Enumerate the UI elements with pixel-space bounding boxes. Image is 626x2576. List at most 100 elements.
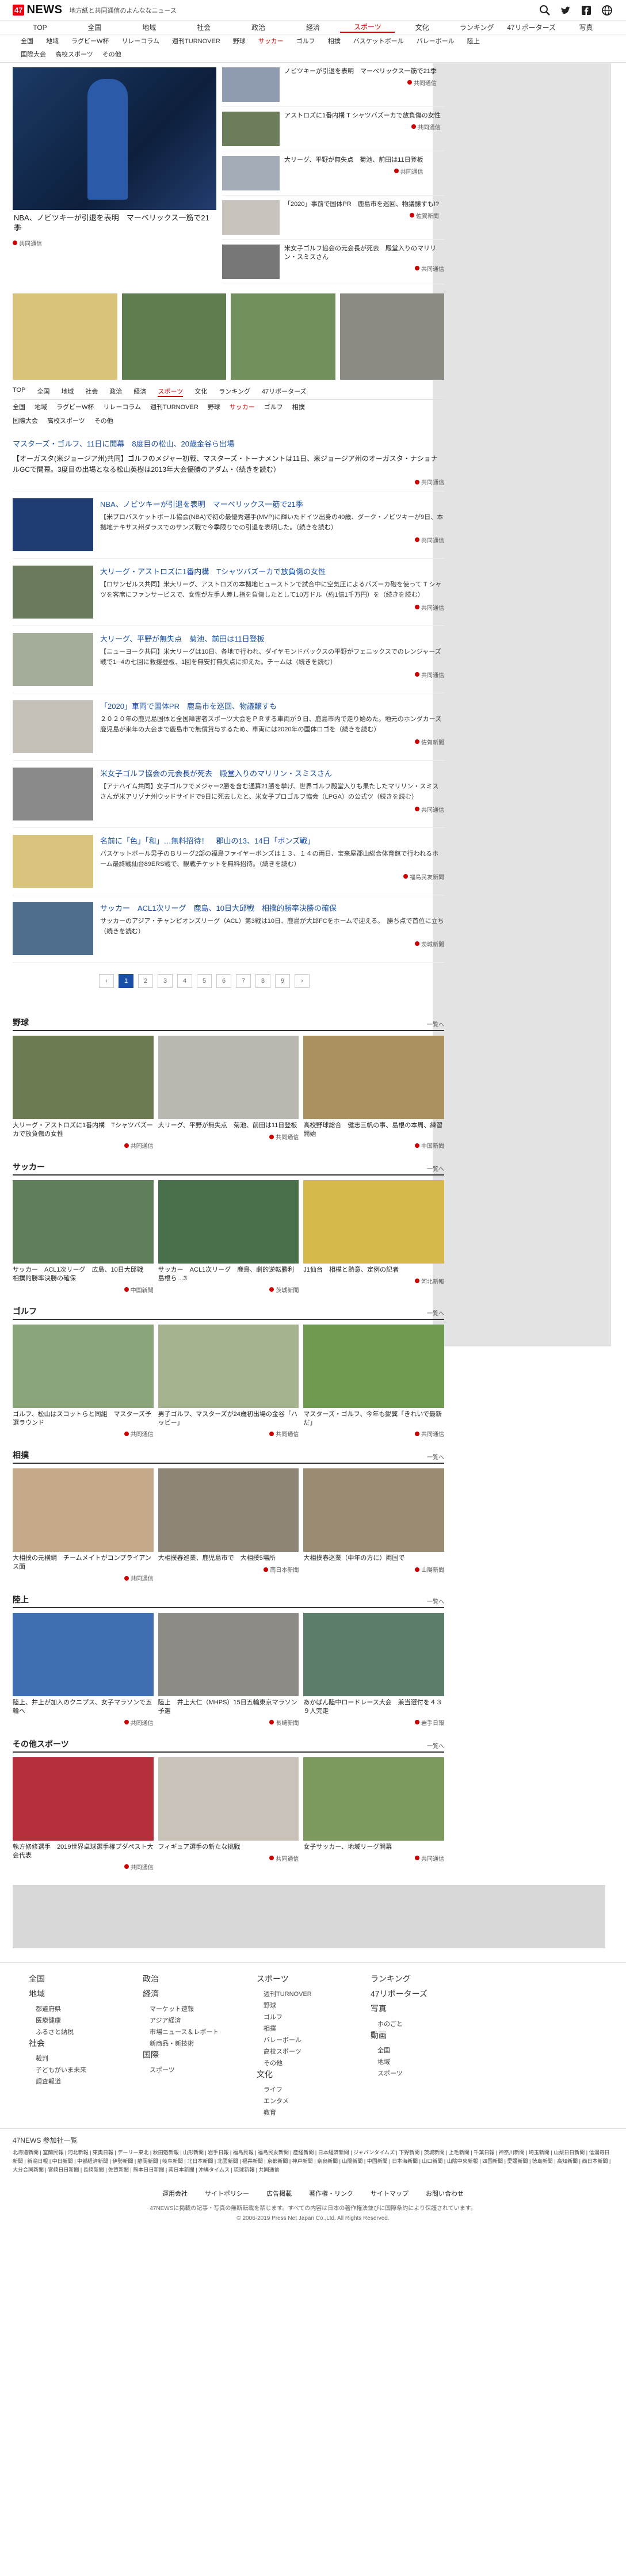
subnav-golf[interactable]: ゴルフ: [296, 36, 315, 45]
card-thumb[interactable]: [158, 1757, 299, 1841]
footer-heading[interactable]: 全国: [29, 1973, 127, 1985]
section-card[interactable]: あかばん陸中ロードレース大会 兼当選付を４３９人完走 岩手日報: [303, 1613, 445, 1727]
article-title[interactable]: 「2020」車両で国体PR 鹿島市を巡回、物議醸すも: [100, 700, 444, 711]
card-thumb[interactable]: [13, 1613, 154, 1697]
hero-list-item[interactable]: ノビツキーが引退を表明 マーベリックス一筋で21季 共同通信: [222, 67, 444, 107]
footer-link-contact[interactable]: お問い合わせ: [426, 2189, 464, 2198]
footer-heading[interactable]: 政治: [143, 1973, 241, 1985]
article-title[interactable]: 名前に「色」「和」…無料招待！ 郡山の13、14日「ボンズ戦」: [100, 835, 444, 846]
section-card[interactable]: 大相撲春巡業、鹿児島市で 大相撲5場所 南日本新聞: [158, 1468, 299, 1582]
section-card[interactable]: 高校野球総合 健志三帆の事、島根の本周、練習開始 中国新聞: [303, 1036, 445, 1150]
card-thumb[interactable]: [158, 1180, 299, 1264]
section-title[interactable]: 野球: [13, 1017, 29, 1028]
section-title[interactable]: その他スポーツ: [13, 1738, 69, 1750]
nav-reporters[interactable]: 47リポーターズ: [504, 22, 559, 32]
nav-top[interactable]: TOP: [13, 24, 67, 32]
subnav-link[interactable]: サッカー: [230, 402, 255, 411]
card-thumb[interactable]: [303, 1036, 445, 1120]
hero-list-text[interactable]: 米女子ゴルフ協会の元会長が死去 殿堂入りのマリリン・スミスさん: [284, 245, 444, 262]
section-card[interactable]: 男子ゴルフ、マスターズが24歳初出場の金谷「ハッピー」 共同通信: [158, 1324, 299, 1438]
card-thumb[interactable]: [13, 1757, 154, 1841]
footer-link[interactable]: その他: [257, 2057, 354, 2069]
footer-link-policy[interactable]: サイトポリシー: [205, 2189, 249, 2198]
footer-link[interactable]: 医療健康: [29, 2014, 127, 2026]
footer-link[interactable]: ホのごと: [371, 2018, 468, 2029]
card-caption[interactable]: マスターズ・ゴルフ、今年も鋭翼「きれいで最新だ」: [303, 1410, 444, 1428]
card-thumb[interactable]: [303, 1324, 445, 1408]
article-thumb[interactable]: [13, 700, 93, 754]
card-thumb[interactable]: [158, 1468, 299, 1552]
section-more-link[interactable]: 一覧へ: [427, 1308, 444, 1317]
footer-link[interactable]: 新商品・新技術: [143, 2037, 241, 2049]
article-title[interactable]: サッカー ACL1次リーグ 鹿島、10日大邱戦 相撲的勝率決勝の確保: [100, 902, 444, 913]
footer-link-ads[interactable]: 広告掲載: [266, 2189, 292, 2198]
footer-heading[interactable]: 社会: [29, 2037, 127, 2049]
pager-page[interactable]: 9: [275, 974, 290, 989]
subnav-link[interactable]: ラグビーW杯: [56, 402, 94, 411]
card-thumb[interactable]: [303, 1468, 445, 1552]
photo-thumb[interactable]: [13, 293, 117, 380]
section-more-link[interactable]: 一覧へ: [427, 1452, 444, 1461]
article-item[interactable]: NBA、ノビツキーが引退を表明 マーベリックス一筋で21季 【米プロバスケットボー…: [13, 491, 444, 559]
footer-link[interactable]: 地域: [371, 2056, 468, 2067]
article-thumb[interactable]: [13, 498, 93, 552]
pager-prev[interactable]: ‹: [99, 974, 114, 989]
subnav-link[interactable]: 週刊TURNOVER: [150, 402, 199, 411]
footer-link-company[interactable]: 運用会社: [162, 2189, 188, 2198]
footer-link[interactable]: エンタメ: [257, 2095, 354, 2106]
partner-names[interactable]: 北海道新聞 | 室蘭民報 | 河北新報 | 東奥日報 | デーリー東北 | 秋田…: [13, 2148, 613, 2175]
subnav-baseball[interactable]: 野球: [233, 36, 246, 45]
article-title[interactable]: 米女子ゴルフ協会の元会長が死去 殿堂入りのマリリン・スミスさん: [100, 768, 444, 778]
card-thumb[interactable]: [158, 1324, 299, 1408]
footer-heading[interactable]: 地域: [29, 1988, 127, 1999]
footer-link[interactable]: 教育: [257, 2106, 354, 2118]
article-title[interactable]: 大リーグ・アストロズに1番内構 Tシャツバズーカで放負傷の女性: [100, 566, 444, 577]
subnav-turnover[interactable]: 週刊TURNOVER: [172, 36, 220, 45]
pager-page[interactable]: 1: [119, 974, 133, 989]
nav-regional[interactable]: 地域: [122, 22, 177, 32]
card-caption[interactable]: J1仙台 相模と熱意、定例の記者: [303, 1266, 444, 1274]
article-thumb[interactable]: [13, 902, 93, 956]
card-caption[interactable]: 陸上、井上が加入のクニプス、女子マラソンで五輪へ: [13, 1699, 154, 1716]
hero-list-item[interactable]: アストロズに1番内構 T シャツバズーカで放負傷の女性 共同通信: [222, 112, 444, 151]
subnav-basketball[interactable]: バスケットボール: [353, 36, 404, 45]
section-card[interactable]: マスターズ・ゴルフ、今年も鋭翼「きれいで最新だ」 共同通信: [303, 1324, 445, 1438]
footer-link[interactable]: 調査報道: [29, 2075, 127, 2087]
footer-link[interactable]: スポーツ: [371, 2067, 468, 2079]
subnav-link[interactable]: リレーコラム: [103, 402, 141, 411]
card-caption[interactable]: あかばん陸中ロードレース大会 兼当選付を４３９人完走: [303, 1699, 444, 1716]
section-card[interactable]: 大リーグ・アストロズに1番内構 Tシャツバズーカで放負傷の女性 共同通信: [13, 1036, 154, 1150]
site-logo[interactable]: 47 NEWS: [13, 3, 62, 17]
section-card[interactable]: サッカー ACL1次リーグ 鹿島、劇的逆転勝利 島根ら…3 茨城新聞: [158, 1180, 300, 1294]
subnav-link[interactable]: その他: [94, 416, 113, 425]
card-caption[interactable]: 男子ゴルフ、マスターズが24歳初出場の金谷「ハッピー」: [158, 1410, 299, 1428]
footer-link[interactable]: 市場ニュース＆レポート: [143, 2026, 241, 2037]
subnav-link[interactable]: 政治: [109, 387, 122, 397]
card-caption[interactable]: 大リーグ・アストロズに1番内構 Tシャツバズーカで放負傷の女性: [13, 1121, 154, 1139]
footer-heading[interactable]: 47リポーターズ: [371, 1988, 468, 1999]
article-thumb[interactable]: [13, 566, 93, 619]
footer-link-sitemap[interactable]: サイトマップ: [371, 2189, 409, 2198]
footer-heading[interactable]: 写真: [371, 2003, 468, 2014]
pager-page[interactable]: 5: [197, 974, 212, 989]
subnav-link[interactable]: 全国: [13, 402, 25, 411]
subnav-soccer[interactable]: サッカー: [258, 36, 284, 45]
section-more-link[interactable]: 一覧へ: [427, 1164, 444, 1173]
pager-page[interactable]: 3: [158, 974, 173, 989]
hero-list-item[interactable]: 米女子ゴルフ協会の元会長が死去 殿堂入りのマリリン・スミスさん 共同通信: [222, 245, 444, 284]
photo-thumb[interactable]: [339, 293, 444, 380]
subnav-regional[interactable]: 地域: [46, 36, 59, 45]
subnav-link[interactable]: 文化: [194, 387, 207, 397]
card-thumb[interactable]: [158, 1036, 299, 1120]
footer-link[interactable]: マーケット速報: [143, 2003, 241, 2014]
lead-title[interactable]: マスターズ・ゴルフ、11日に開幕 8度目の松山、20歳金谷ら出場: [13, 438, 444, 449]
footer-link[interactable]: スポーツ: [143, 2064, 241, 2075]
twitter-icon[interactable]: [559, 4, 572, 17]
footer-heading[interactable]: スポーツ: [257, 1973, 354, 1985]
footer-link[interactable]: ふるさと納税: [29, 2026, 127, 2037]
card-thumb[interactable]: [13, 1180, 154, 1264]
card-caption[interactable]: サッカー ACL1次リーグ 広島、10日大邱戦 相撲的勝率決勝の確保: [13, 1266, 154, 1283]
subnav-link[interactable]: 全国: [37, 387, 49, 397]
nav-national[interactable]: 全国: [67, 22, 122, 32]
footer-link[interactable]: 子どもがいま未来: [29, 2064, 127, 2075]
